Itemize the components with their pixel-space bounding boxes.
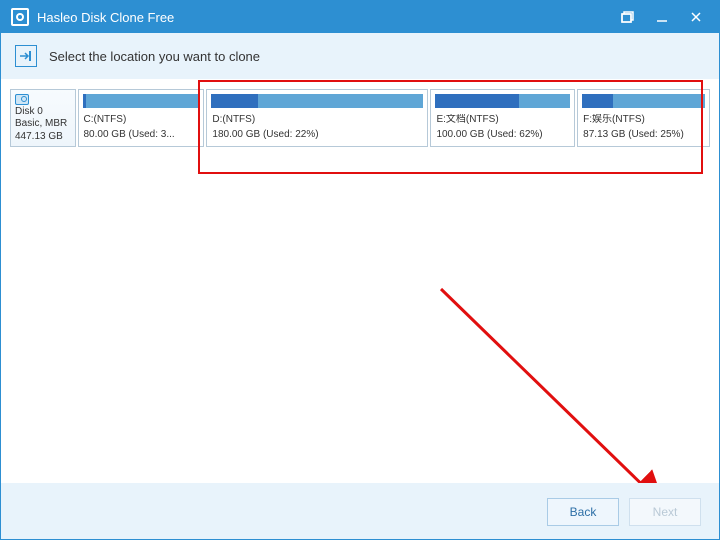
body-area: Disk 0 Basic, MBR 447.13 GB C:(NTFS) 80.…: [1, 79, 719, 483]
partition-detail: 80.00 GB (Used: 3...: [79, 129, 204, 144]
app-title: Hasleo Disk Clone Free: [37, 10, 174, 25]
target-arrow-icon: [15, 45, 37, 67]
disk-header[interactable]: Disk 0 Basic, MBR 447.13 GB: [10, 89, 76, 147]
titlebar: Hasleo Disk Clone Free: [1, 1, 719, 33]
disk-size: 447.13 GB: [15, 131, 63, 142]
partition-f[interactable]: F:娱乐(NTFS) 87.13 GB (Used: 25%): [577, 89, 710, 147]
partition-label: F:娱乐(NTFS): [578, 114, 709, 129]
disk-row: Disk 0 Basic, MBR 447.13 GB C:(NTFS) 80.…: [10, 89, 710, 147]
partition-detail: 100.00 GB (Used: 62%): [431, 129, 574, 144]
disk-icon: [15, 94, 29, 105]
close-button[interactable]: [679, 1, 713, 33]
annotation-arrow: [431, 279, 691, 483]
minimize-button[interactable]: [645, 1, 679, 33]
restore-button[interactable]: [611, 1, 645, 33]
partition-detail: 180.00 GB (Used: 22%): [207, 129, 427, 144]
instruction-text: Select the location you want to clone: [49, 49, 260, 64]
app-window: Hasleo Disk Clone Free Select the locati…: [0, 0, 720, 540]
partition-label: C:(NTFS): [79, 114, 204, 129]
instruction-bar: Select the location you want to clone: [1, 33, 719, 79]
footer-bar: Back Next: [1, 483, 719, 539]
app-logo-icon: [11, 8, 29, 26]
partition-detail: 87.13 GB (Used: 25%): [578, 129, 709, 144]
partition-label: D:(NTFS): [207, 114, 427, 129]
partition-e[interactable]: E:文档(NTFS) 100.00 GB (Used: 62%): [430, 89, 575, 147]
disk-type: Basic, MBR: [15, 118, 67, 129]
back-button[interactable]: Back: [547, 498, 619, 526]
next-button[interactable]: Next: [629, 498, 701, 526]
partition-d[interactable]: D:(NTFS) 180.00 GB (Used: 22%): [206, 89, 428, 147]
partition-c[interactable]: C:(NTFS) 80.00 GB (Used: 3...: [78, 89, 205, 147]
disk-name: Disk 0: [15, 106, 43, 117]
partition-label: E:文档(NTFS): [431, 114, 574, 129]
